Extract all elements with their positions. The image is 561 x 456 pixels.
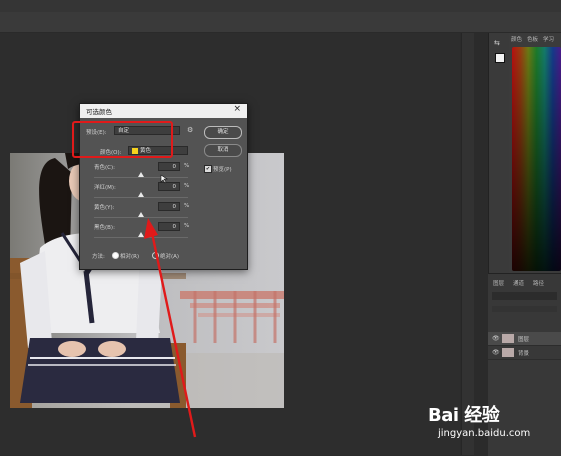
tab-channels[interactable]: 通道: [513, 279, 524, 287]
preview-label: 预览(P): [213, 167, 232, 173]
mouse-cursor-icon: [160, 174, 168, 184]
yellow-unit: %: [184, 203, 190, 209]
magenta-slider-thumb[interactable]: [138, 192, 144, 197]
black-label: 黑色(B):: [94, 225, 115, 231]
method-relative-label: 相对(R): [120, 254, 140, 260]
menu-bar: [0, 0, 561, 12]
layer-thumbnail: [502, 334, 514, 343]
tab-paths[interactable]: 路径: [533, 279, 544, 287]
layer-thumbnail: [502, 348, 514, 357]
magenta-label: 洋红(M):: [94, 185, 116, 191]
watermark-url: jingyan.baidu.com: [438, 428, 531, 439]
magenta-slider-track[interactable]: [94, 197, 188, 198]
tab-layers[interactable]: 图层: [493, 279, 504, 287]
radio-relative[interactable]: [112, 252, 119, 259]
annotation-arrow: [144, 218, 197, 438]
tab-color[interactable]: 颜色: [511, 35, 522, 43]
cyan-unit: %: [184, 163, 190, 169]
color-spectrum[interactable]: [512, 47, 561, 271]
method-label: 方法:: [92, 254, 105, 260]
yellow-input[interactable]: 0: [158, 202, 180, 211]
baidu-logo-watermark: Bai 经验: [428, 405, 500, 426]
layer-filter-bar[interactable]: [492, 292, 557, 300]
ok-button[interactable]: 确定: [204, 126, 242, 139]
highlight-box: [72, 121, 173, 158]
foreground-swatch-icon[interactable]: [495, 53, 505, 63]
eye-icon[interactable]: 👁: [492, 335, 500, 342]
cyan-input[interactable]: 0: [158, 162, 180, 171]
cyan-label: 青色(C):: [94, 165, 115, 171]
tab-swatches[interactable]: 色板: [527, 35, 538, 43]
layer-row[interactable]: 👁 图层: [488, 332, 561, 346]
panel-dock-strip: [461, 33, 474, 455]
layer-row[interactable]: 👁 背景: [488, 346, 561, 360]
cancel-button[interactable]: 取消: [204, 144, 242, 157]
preset-options-icon[interactable]: ⚙: [187, 126, 193, 134]
cyan-slider-thumb[interactable]: [138, 172, 144, 177]
dialog-titlebar[interactable]: 可选颜色 ×: [80, 104, 247, 118]
dialog-title: 可选颜色: [86, 108, 112, 116]
layer-name[interactable]: 图层: [518, 335, 529, 343]
cyan-slider-track[interactable]: [94, 177, 188, 178]
preview-checkbox[interactable]: ✔: [204, 165, 212, 173]
magenta-unit: %: [184, 183, 190, 189]
tab-learn[interactable]: 学习: [543, 35, 554, 43]
panel-expand-icon[interactable]: ⇆: [494, 39, 500, 47]
yellow-label: 黄色(Y):: [94, 205, 115, 211]
options-bar: [0, 12, 561, 33]
close-icon[interactable]: ×: [233, 104, 241, 114]
layer-name[interactable]: 背景: [518, 349, 529, 357]
eye-icon[interactable]: 👁: [492, 349, 500, 356]
layer-blend-bar[interactable]: [492, 306, 557, 312]
